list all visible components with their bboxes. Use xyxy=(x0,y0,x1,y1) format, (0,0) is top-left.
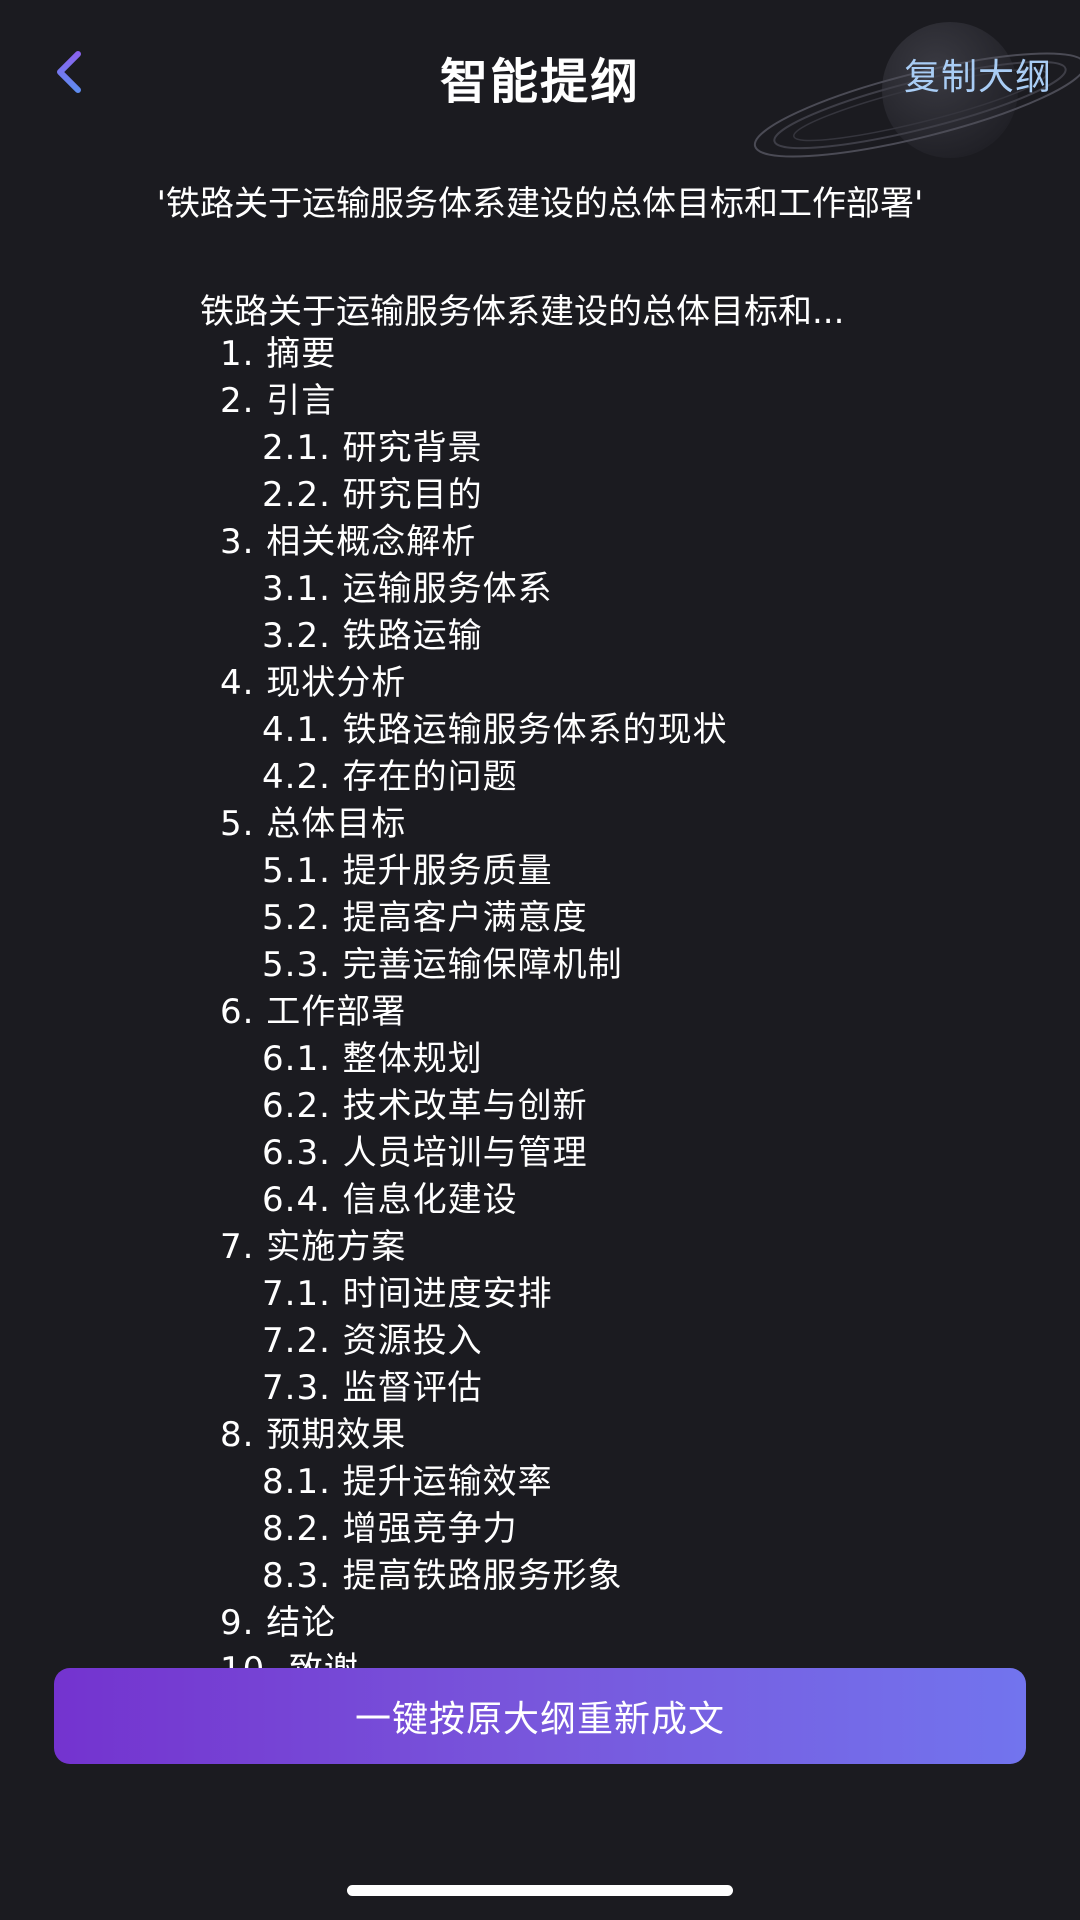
outline-subitem: 5.3. 完善运输保障机制 xyxy=(262,945,623,985)
outline-item: 5. 总体目标 xyxy=(220,804,407,844)
outline-item: 7. 实施方案 xyxy=(220,1227,407,1267)
outline-title: 铁路关于运输服务体系建设的总体目标和... xyxy=(200,292,845,332)
outline-subitem: 3.1. 运输服务体系 xyxy=(262,569,553,609)
outline-item: 8. 预期效果 xyxy=(220,1415,407,1455)
outline-subitem: 2.2. 研究目的 xyxy=(262,475,483,515)
outline-subitem: 7.1. 时间进度安排 xyxy=(262,1274,553,1314)
app-screen: 智能提纲 复制大纲 '铁路关于运输服务体系建设的总体目标和工作部署' 铁路关于运… xyxy=(0,0,1080,1920)
outline-subitem: 4.2. 存在的问题 xyxy=(262,757,518,797)
copy-outline-button[interactable]: 复制大纲 xyxy=(904,48,1052,100)
header: 智能提纲 复制大纲 xyxy=(0,0,1080,158)
outline-subitem: 6.4. 信息化建设 xyxy=(262,1180,518,1220)
outline-item: 3. 相关概念解析 xyxy=(220,522,477,562)
outline-subitem: 8.3. 提高铁路服务形象 xyxy=(262,1556,623,1596)
outline-subitem: 3.2. 铁路运输 xyxy=(262,616,483,656)
home-indicator[interactable] xyxy=(347,1885,733,1896)
outline-item: 6. 工作部署 xyxy=(220,992,407,1032)
outline-subitem: 2.1. 研究背景 xyxy=(262,428,483,468)
outline-scroll-area[interactable]: 铁路关于运输服务体系建设的总体目标和... 1. 摘要 2. 引言 2.1. 研… xyxy=(0,284,1080,1668)
outline-subitem: 6.1. 整体规划 xyxy=(262,1039,483,1079)
outline-subitem: 5.2. 提高客户满意度 xyxy=(262,898,588,938)
outline-subitem: 7.2. 资源投入 xyxy=(262,1321,483,1361)
outline-subitem: 8.2. 增强竞争力 xyxy=(262,1509,518,1549)
outline-subitem: 4.1. 铁路运输服务体系的现状 xyxy=(262,710,728,750)
outline-subitem: 5.1. 提升服务质量 xyxy=(262,851,553,891)
subject-title: '铁路关于运输服务体系建设的总体目标和工作部署' xyxy=(156,184,924,224)
outline-item: 10. 致谢 xyxy=(220,1647,1040,1668)
outline-item: 1. 摘要 xyxy=(220,334,337,374)
outline-subitem: 6.3. 人员培训与管理 xyxy=(262,1133,588,1173)
outline-subitem: 6.2. 技术改革与创新 xyxy=(262,1086,588,1126)
outline-item: 9. 结论 xyxy=(220,1603,337,1643)
outline-item: 2. 引言 xyxy=(220,381,337,421)
outline-list: 1. 摘要 2. 引言 2.1. 研究背景 2.2. 研究目的 3. 相关概念解… xyxy=(220,331,1040,1668)
outline-item: 4. 现状分析 xyxy=(220,663,407,703)
regenerate-from-outline-button[interactable]: 一键按原大纲重新成文 xyxy=(54,1668,1026,1764)
regenerate-button-label: 一键按原大纲重新成文 xyxy=(354,1699,725,1740)
outline-subitem: 7.3. 监督评估 xyxy=(262,1368,483,1408)
outline-subitem: 8.1. 提升运输效率 xyxy=(262,1462,553,1502)
